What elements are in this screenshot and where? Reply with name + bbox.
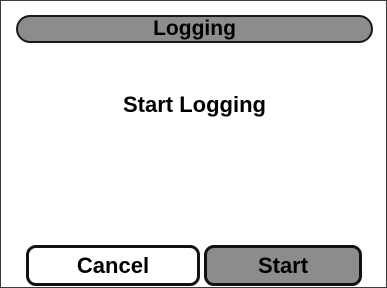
page-title: Logging [153, 16, 236, 40]
title-bar: Logging [16, 15, 373, 43]
start-button[interactable]: Start [204, 245, 362, 286]
dialog-screen: Logging Start Logging Cancel Start [0, 0, 387, 288]
cancel-button-label: Cancel [76, 252, 150, 278]
start-button-label: Start [257, 252, 309, 278]
cancel-button[interactable]: Cancel [26, 245, 200, 286]
start-logging-message: Start Logging [123, 92, 266, 117]
